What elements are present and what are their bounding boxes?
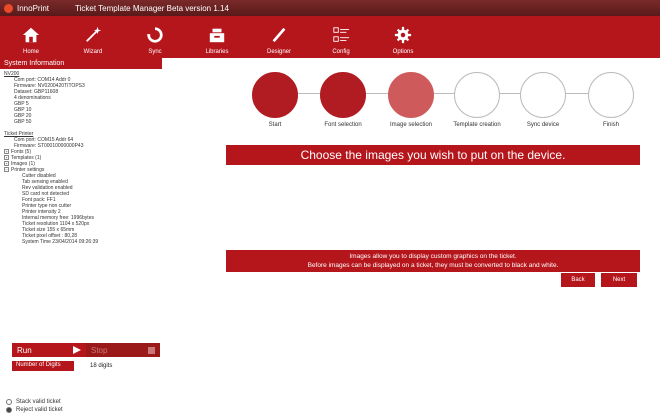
home-icon: [22, 27, 40, 43]
wizard-steps: Start Font selection Image selection Tem…: [240, 72, 650, 128]
step-label: Finish: [602, 122, 619, 128]
sync-icon: [146, 27, 163, 43]
number-of-digits-row: Number of Digits 18 digits: [12, 361, 112, 371]
wand-icon: [86, 26, 102, 42]
toolbar-home-button[interactable]: Home: [0, 16, 62, 58]
step-font-selection[interactable]: Font selection: [308, 72, 378, 128]
info-banner: Images allow you to display custom graph…: [226, 250, 640, 272]
number-of-digits-label: Number of Digits: [12, 361, 74, 371]
back-button[interactable]: Back: [561, 273, 595, 287]
ticket-action-radio-group: Stack valid ticket Reject valid ticket: [6, 398, 63, 414]
step-finish[interactable]: Finish: [576, 72, 646, 128]
radio-label: Stack valid ticket: [16, 399, 61, 405]
collapse-icon[interactable]: −: [4, 167, 9, 172]
step-sync-device[interactable]: Sync device: [508, 72, 578, 128]
window-title: Ticket Template Manager Beta version 1.1…: [75, 3, 229, 13]
reject-valid-ticket-radio[interactable]: Reject valid ticket: [6, 406, 63, 414]
radio-label: Reject valid ticket: [16, 407, 63, 413]
toolbar-libraries-button[interactable]: Libraries: [186, 16, 248, 58]
pen-icon: [272, 27, 286, 43]
toolbar-libraries-label: Libraries: [205, 49, 229, 55]
step-label: Image selection: [389, 122, 433, 128]
config-icon: [333, 27, 350, 42]
next-button[interactable]: Next: [601, 273, 637, 287]
step-template-creation[interactable]: Template creation: [442, 72, 512, 128]
step-circle: [320, 72, 366, 118]
toolbar-config-label: Config: [332, 49, 350, 55]
title-bar: InnoPrint Ticket Template Manager Beta v…: [0, 0, 660, 16]
toolbar-sync-label: Sync: [148, 49, 162, 55]
step-label: Font selection: [324, 122, 362, 128]
step-circle: [252, 72, 298, 118]
system-info-header: System Information: [0, 58, 162, 69]
toolbar-sync-button[interactable]: Sync: [124, 16, 186, 58]
number-of-digits-value[interactable]: 18 digits: [90, 363, 112, 369]
stop-icon: [148, 346, 155, 354]
toolbar-options-button[interactable]: Options: [372, 16, 434, 58]
step-label: Start: [268, 122, 282, 128]
step-start[interactable]: Start: [240, 72, 310, 128]
run-label: Run: [17, 345, 32, 355]
step-circle: [454, 72, 500, 118]
step-label: Template creation: [453, 122, 501, 128]
run-stop-bar: Run Stop: [12, 343, 160, 357]
run-button[interactable]: Run: [12, 343, 86, 357]
info-line: Before images can be displayed on a tick…: [307, 262, 559, 269]
toolbar-designer-button[interactable]: Designer: [248, 16, 310, 58]
app-logo-icon: [4, 3, 13, 13]
printer-setting: System Time 23/04/2014 09:26:39: [22, 239, 99, 245]
toolbar-home-label: Home: [22, 49, 39, 55]
toolbar-config-button[interactable]: Config: [310, 16, 372, 58]
system-info-tree: NV200 Com port: COM14 Addr 0 Firmware: N…: [0, 69, 162, 247]
toolbar-options-label: Options: [392, 49, 414, 55]
step-circle: [588, 72, 634, 118]
main-toolbar: Home Wizard Sync Libraries Designer Conf…: [0, 16, 660, 58]
radio-unchecked-icon: [6, 399, 12, 405]
toolbar-wizard-button[interactable]: Wizard: [62, 16, 124, 58]
toolbar-wizard-label: Wizard: [83, 49, 103, 55]
step-label: Sync device: [526, 122, 560, 128]
system-info-panel: System Information NV200 Com port: COM14…: [0, 58, 162, 368]
info-line: Images allow you to display custom graph…: [349, 253, 517, 260]
stack-valid-ticket-radio[interactable]: Stack valid ticket: [6, 398, 63, 406]
expand-icon[interactable]: +: [4, 161, 9, 166]
libraries-icon: [209, 28, 225, 43]
app-name: InnoPrint: [17, 3, 50, 13]
play-icon: [73, 346, 81, 354]
gear-icon: [394, 26, 412, 44]
page-headline: Choose the images you wish to put on the…: [226, 145, 640, 165]
stop-label: Stop: [91, 345, 108, 355]
step-circle: [520, 72, 566, 118]
expand-icon[interactable]: +: [4, 149, 9, 154]
step-image-selection[interactable]: Image selection: [376, 72, 446, 128]
expand-icon[interactable]: +: [4, 155, 9, 160]
radio-checked-icon: [6, 407, 12, 413]
stop-button[interactable]: Stop: [86, 343, 160, 357]
toolbar-designer-label: Designer: [266, 49, 291, 55]
step-circle: [388, 72, 434, 118]
